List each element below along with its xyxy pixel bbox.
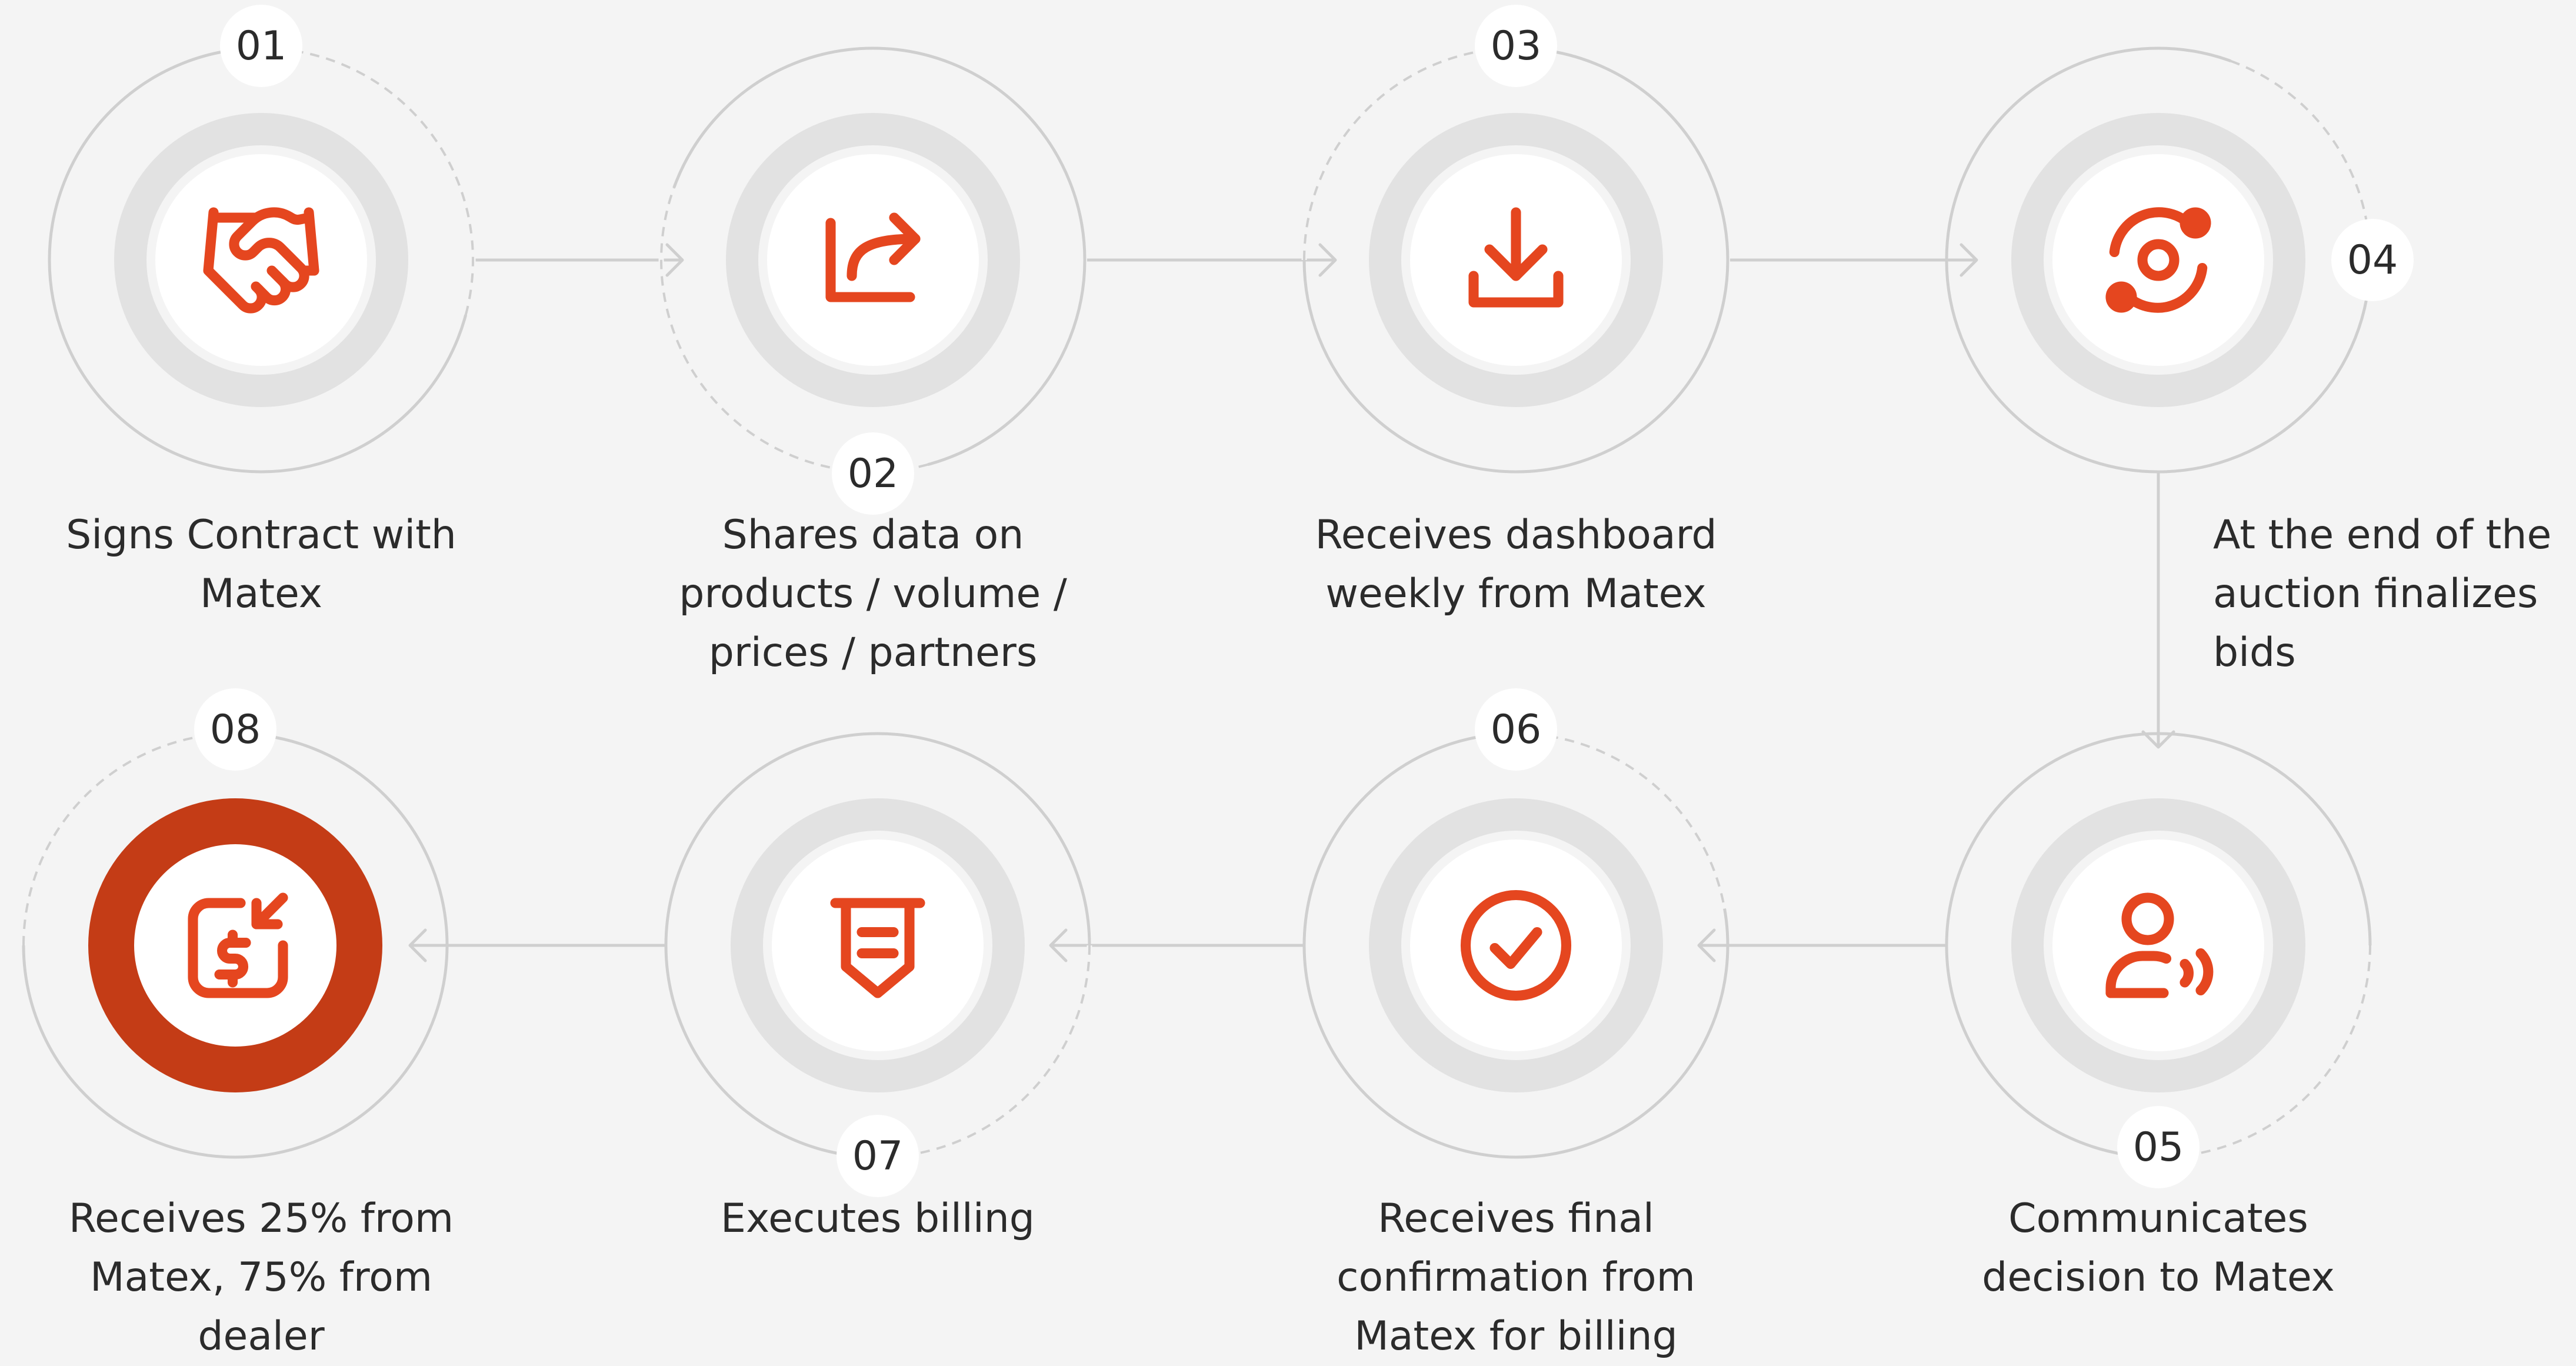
step-node-06 — [1302, 731, 1729, 1159]
arrow-04-05 — [2141, 472, 2175, 749]
step-label-02: Shares data on products / volume / price… — [679, 512, 1067, 676]
step-node-02 — [658, 46, 1087, 475]
step-label-01: Signs Contract with Matex — [66, 512, 456, 617]
step-node-08 — [21, 731, 449, 1159]
step-number-04: 04 — [2331, 219, 2414, 301]
process-diagram: Signs Contract with Matex Shares data on… — [0, 0, 2576, 1360]
step-label-06: Receives final confirmation from Matex f… — [1337, 1195, 1695, 1360]
step-label-07: Executes billing — [721, 1195, 1035, 1242]
step-node-04 — [1945, 46, 2373, 474]
step-node-01 — [48, 45, 476, 474]
step-label-05: Communicates decision to Matex — [1982, 1195, 2335, 1301]
step-node-05 — [1945, 732, 2373, 1160]
step-label-03: Receives dashboard weekly from Matex — [1315, 512, 1717, 617]
step-number-07: 07 — [837, 1115, 919, 1197]
arrow-05-06 — [1697, 928, 1947, 962]
step-number-08: 08 — [194, 688, 276, 771]
step-label-04: At the end of the auction finalizes bids — [2213, 512, 2552, 676]
step-node-03 — [1301, 45, 1729, 474]
arrow-02-03 — [1087, 243, 1337, 277]
step-label-08: Receives 25% from Matex, 75% from dealer — [68, 1195, 454, 1360]
step-number-01: 01 — [220, 5, 302, 87]
arrow-01-02 — [475, 243, 684, 277]
step-number-02: 02 — [832, 432, 914, 515]
step-number-03: 03 — [1475, 5, 1557, 87]
step-number-06: 06 — [1475, 688, 1557, 771]
arrow-03-04 — [1730, 243, 1978, 277]
step-number-05: 05 — [2117, 1106, 2200, 1188]
step-node-07 — [664, 732, 1092, 1160]
